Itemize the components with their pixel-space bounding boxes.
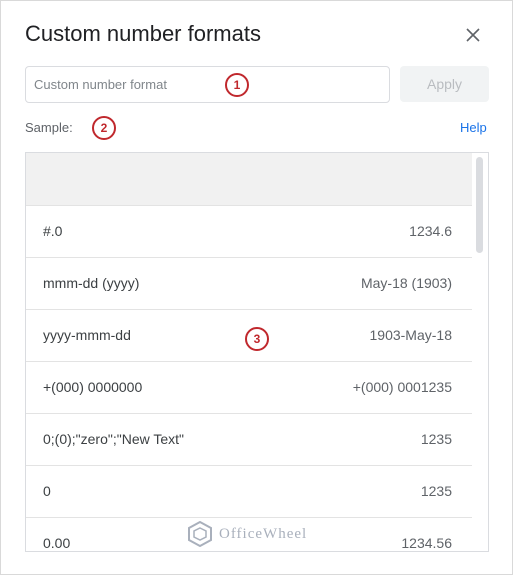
format-pattern: 0.00 [43,535,71,551]
format-pattern: yyyy-mmm-dd [43,327,131,343]
list-scrollbar[interactable] [472,153,488,551]
watermark-text: OfficeWheel [219,525,308,542]
format-sample-value: 1235 [420,483,452,499]
format-sample-value: May-18 (1903) [360,275,452,291]
officewheel-logo-icon [188,521,212,547]
scrollbar-thumb[interactable] [476,157,483,253]
format-sample-value: 1234.56 [401,535,452,551]
format-sample-value: 1234.6 [409,223,452,239]
format-sample-value: 1903-May-18 [369,327,453,343]
format-row[interactable]: 0 1235 [26,466,472,518]
sample-preview-header [26,153,472,206]
format-row[interactable]: mmm-dd (yyyy) May-18 (1903) [26,258,472,310]
close-button[interactable] [459,21,487,49]
custom-format-input[interactable] [25,66,390,103]
format-row[interactable]: +(000) 0000000 +(000) 0001235 [26,362,472,414]
format-pattern: #.0 [43,223,63,239]
watermark: OfficeWheel [187,521,307,547]
annotation-marker-3: 3 [245,327,269,351]
format-pattern: 0;(0);"zero";"New Text" [43,431,184,447]
sample-label: Sample: [25,120,73,135]
apply-button[interactable]: Apply [400,66,489,102]
custom-number-formats-dialog: Custom number formats Apply Sample: Help… [0,0,513,575]
close-icon [466,28,480,42]
dialog-title: Custom number formats [25,21,261,46]
format-pattern: +(000) 0000000 [43,379,143,395]
format-pattern: mmm-dd (yyyy) [43,275,140,291]
annotation-marker-1: 1 [225,73,249,97]
format-pattern: 0 [43,483,51,499]
format-list[interactable]: #.0 1234.6 mmm-dd (yyyy) May-18 (1903) yyyy-… [25,152,489,552]
help-link[interactable]: Help [460,120,487,135]
format-sample-value: 1235 [420,431,452,447]
format-sample-value: +(000) 0001235 [352,379,452,395]
format-row[interactable]: #.0 1234.6 [26,206,472,258]
format-row[interactable]: 0;(0);"zero";"New Text" 1235 [26,414,472,466]
annotation-marker-2: 2 [92,116,116,140]
